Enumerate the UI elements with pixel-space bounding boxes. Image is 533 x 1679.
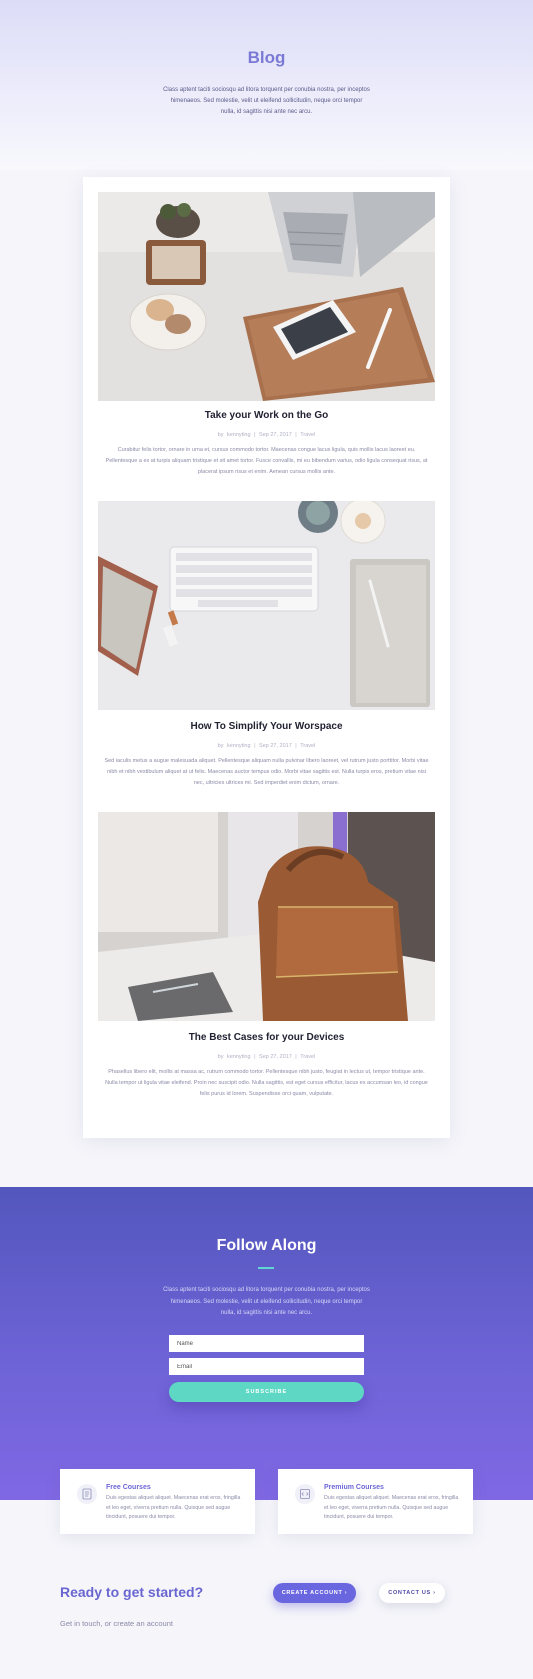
post-meta: by kennyting | Sep 27, 2017 | Travel (83, 432, 450, 438)
blog-post-list: Take your Work on the Go by kennyting | … (83, 177, 450, 1138)
follow-title: Follow Along (216, 1237, 317, 1254)
cta-title: Ready to get started? (60, 1584, 204, 1600)
course-title: Free Courses (106, 1484, 151, 1491)
meta-separator: | (254, 1054, 256, 1060)
follow-description: Class aptent taciti sociosqu ad litora t… (163, 1287, 370, 1316)
post-author-link[interactable]: kennyting (227, 743, 251, 749)
free-courses-card[interactable]: Free Courses Duis egestas aliquet alique… (60, 1469, 255, 1534)
course-description: Duis egestas aliquet aliquet. Maecenas e… (324, 1495, 459, 1520)
document-icon (77, 1484, 97, 1504)
post-excerpt: Sed iaculis metus a augue malesuada aliq… (104, 758, 429, 786)
meta-separator: | (254, 743, 256, 749)
code-file-icon (295, 1484, 315, 1504)
post-category-link[interactable]: Travel (300, 432, 315, 438)
subscribe-button[interactable]: SUBSCRIBE (169, 1382, 364, 1402)
post-title[interactable]: Take your Work on the Go (83, 410, 450, 421)
post-meta: by kennyting | Sep 27, 2017 | Travel (83, 1054, 450, 1060)
post-image[interactable] (98, 192, 435, 401)
post-title[interactable]: How To Simplify Your Worspace (83, 721, 450, 732)
blog-hero: Blog Class aptent taciti sociosqu ad lit… (0, 0, 533, 170)
post-excerpt: Phasellus libero elit, mollis at massa a… (105, 1069, 428, 1097)
keyboard-desk-photo (98, 501, 435, 710)
page-title: Blog (247, 48, 286, 67)
follow-along-section: Follow Along Class aptent taciti sociosq… (0, 1187, 533, 1500)
post-title[interactable]: The Best Cases for your Devices (83, 1032, 450, 1043)
workspace-tablet-photo (98, 192, 435, 401)
post-category-link[interactable]: Travel (300, 1054, 315, 1060)
post-category-link[interactable]: Travel (300, 743, 315, 749)
chevron-right-icon: › (433, 1590, 436, 1596)
course-title: Premium Courses (324, 1484, 384, 1491)
contact-us-label: CONTACT US (388, 1590, 431, 1596)
meta-prefix: by (217, 743, 224, 749)
meta-separator: | (295, 432, 297, 438)
post-date: Sep 27, 2017 (259, 1054, 292, 1060)
meta-separator: | (254, 432, 256, 438)
post-image[interactable] (98, 812, 435, 1021)
premium-courses-card[interactable]: Premium Courses Duis egestas aliquet ali… (278, 1469, 473, 1534)
create-account-button[interactable]: CREATE ACCOUNT › (273, 1583, 356, 1603)
create-account-label: CREATE ACCOUNT (281, 1590, 343, 1596)
hero-description: Class aptent taciti sociosqu ad litora t… (163, 87, 370, 115)
meta-prefix: by (217, 1054, 224, 1060)
email-field[interactable] (169, 1358, 364, 1375)
post-image[interactable] (98, 501, 435, 710)
post-author-link[interactable]: kennyting (227, 1054, 251, 1060)
meta-separator: | (295, 1054, 297, 1060)
meta-prefix: by (217, 432, 224, 438)
course-description: Duis egestas aliquet aliquet. Maecenas e… (106, 1495, 241, 1520)
contact-us-button[interactable]: CONTACT US › (379, 1583, 445, 1603)
backpack-photo (98, 812, 435, 1021)
post-date: Sep 27, 2017 (259, 743, 292, 749)
title-divider (258, 1267, 274, 1269)
post-meta: by kennyting | Sep 27, 2017 | Travel (83, 743, 450, 749)
chevron-right-icon: › (344, 1590, 348, 1596)
post-author-link[interactable]: kennyting (227, 432, 251, 438)
meta-separator: | (295, 743, 297, 749)
cta-subtitle: Get in touch, or create an account (60, 1619, 173, 1628)
name-field[interactable] (169, 1335, 364, 1352)
post-excerpt: Curabitur felis tortor, ornare in urna e… (105, 447, 428, 475)
post-date: Sep 27, 2017 (259, 432, 292, 438)
